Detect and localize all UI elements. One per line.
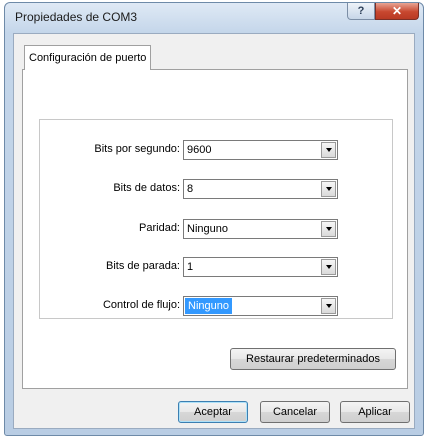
- parity-dropdown[interactable]: Ninguno: [183, 219, 338, 239]
- setting-row-parity: Paridad: Ninguno: [40, 219, 394, 239]
- bits-per-second-value: 9600: [187, 144, 212, 156]
- setting-row-flow-control: Control de flujo: Ninguno: [40, 296, 394, 316]
- title-bar[interactable]: Propiedades de COM3 ? ✕: [5, 3, 423, 33]
- stop-bits-label: Bits de parada:: [106, 260, 180, 272]
- cancel-button[interactable]: Cancelar: [260, 401, 330, 423]
- parity-value: Ninguno: [187, 223, 228, 235]
- chevron-down-icon[interactable]: [321, 221, 336, 237]
- close-icon: ✕: [391, 4, 403, 18]
- stop-bits-dropdown[interactable]: 1: [183, 257, 338, 277]
- flow-control-value: Ninguno: [185, 298, 232, 314]
- accept-button[interactable]: Aceptar: [178, 401, 248, 423]
- setting-row-stop-bits: Bits de parada: 1: [40, 257, 394, 277]
- data-bits-dropdown[interactable]: 8: [183, 179, 338, 199]
- help-icon: ?: [357, 5, 365, 17]
- stop-bits-value: 1: [187, 261, 194, 273]
- parity-label: Paridad:: [139, 222, 180, 234]
- settings-group: Bits por segundo: 9600 Bits de datos: 8 …: [39, 119, 393, 319]
- flow-control-dropdown[interactable]: Ninguno: [183, 296, 338, 316]
- data-bits-value: 8: [187, 183, 194, 195]
- bits-per-second-label: Bits por segundo:: [94, 143, 180, 155]
- tab-port-settings[interactable]: Configuración de puerto: [24, 45, 152, 70]
- close-button[interactable]: ✕: [375, 3, 419, 20]
- window-title: Propiedades de COM3: [15, 10, 138, 24]
- restore-defaults-button[interactable]: Restaurar predeterminados: [230, 348, 396, 370]
- chevron-down-icon[interactable]: [321, 298, 336, 314]
- flow-control-label: Control de flujo:: [102, 299, 180, 311]
- chevron-down-icon[interactable]: [321, 259, 336, 275]
- tab-panel: Bits por segundo: 9600 Bits de datos: 8 …: [22, 69, 408, 389]
- bits-per-second-dropdown[interactable]: 9600: [183, 140, 338, 160]
- properties-dialog: Propiedades de COM3 ? ✕ Bits por segundo…: [4, 2, 424, 436]
- dialog-client: Bits por segundo: 9600 Bits de datos: 8 …: [13, 33, 415, 429]
- data-bits-label: Bits de datos:: [113, 182, 180, 194]
- help-button[interactable]: ?: [347, 3, 375, 20]
- setting-row-data-bits: Bits de datos: 8: [40, 179, 394, 199]
- chevron-down-icon[interactable]: [321, 181, 336, 197]
- apply-button[interactable]: Aplicar: [340, 401, 410, 423]
- setting-row-bits-per-second: Bits por segundo: 9600: [40, 140, 394, 160]
- chevron-down-icon[interactable]: [321, 142, 336, 158]
